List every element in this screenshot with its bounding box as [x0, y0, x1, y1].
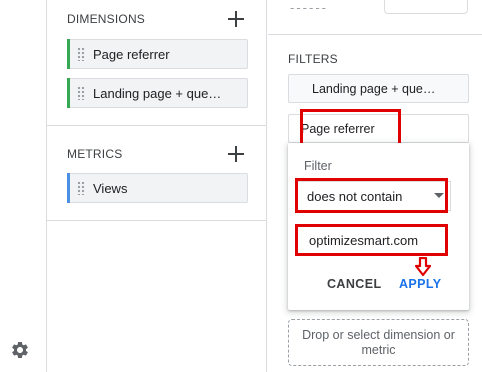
dimension-color-bar: [67, 78, 70, 108]
filter-value-input[interactable]: [297, 227, 443, 255]
tab-settings-panel: ------ FILTERS Landing page + que… Page …: [268, 0, 482, 372]
dimension-chip-label: Page referrer: [93, 46, 170, 62]
filter-chip-page-referrer[interactable]: Page referrer: [288, 114, 469, 143]
section-divider: [47, 220, 266, 221]
partial-top-field[interactable]: [384, 0, 468, 14]
down-arrow-annotation-icon: [415, 257, 431, 277]
dimension-chip-landing-page[interactable]: Landing page + que…: [67, 78, 248, 108]
filters-heading: FILTERS: [288, 52, 338, 66]
dimension-chip-page-referrer[interactable]: Page referrer: [67, 39, 248, 69]
filter-popup: Filter does not contain CANCEL APPLY: [288, 143, 469, 310]
metric-chip-label: Views: [93, 180, 128, 196]
drag-handle-icon[interactable]: [77, 86, 85, 100]
metrics-heading: METRICS: [67, 147, 123, 161]
filter-chip-landing-page[interactable]: Landing page + que…: [288, 74, 469, 103]
add-dimension-plus-icon[interactable]: [228, 11, 244, 27]
filter-condition-select[interactable]: does not contain: [297, 181, 451, 211]
left-rail: [0, 0, 47, 372]
dimension-color-bar: [67, 39, 70, 69]
drag-handle-icon[interactable]: [77, 47, 85, 61]
metric-chip-views[interactable]: Views: [67, 173, 248, 203]
apply-button[interactable]: APPLY: [399, 277, 442, 291]
section-divider: [47, 125, 266, 126]
drag-handle-icon[interactable]: [77, 181, 85, 195]
gear-icon[interactable]: [10, 340, 30, 360]
dimension-chip-label: Landing page + que…: [93, 85, 222, 101]
metric-color-bar: [67, 173, 70, 203]
dimensions-heading: DIMENSIONS: [67, 12, 146, 26]
partial-dashes: ------: [290, 0, 328, 15]
add-metric-plus-icon[interactable]: [228, 146, 244, 162]
filter-drop-zone[interactable]: Drop or select dimension or metric: [288, 319, 469, 366]
exploration-editor: DIMENSIONS Page referrer Landing page + …: [0, 0, 482, 372]
variables-panel: DIMENSIONS Page referrer Landing page + …: [47, 0, 267, 372]
dropdown-caret-icon: [434, 193, 444, 198]
filter-popup-label: Filter: [304, 159, 332, 173]
section-divider: [268, 34, 482, 35]
cancel-button[interactable]: CANCEL: [327, 277, 381, 291]
filter-condition-value: does not contain: [307, 188, 403, 204]
